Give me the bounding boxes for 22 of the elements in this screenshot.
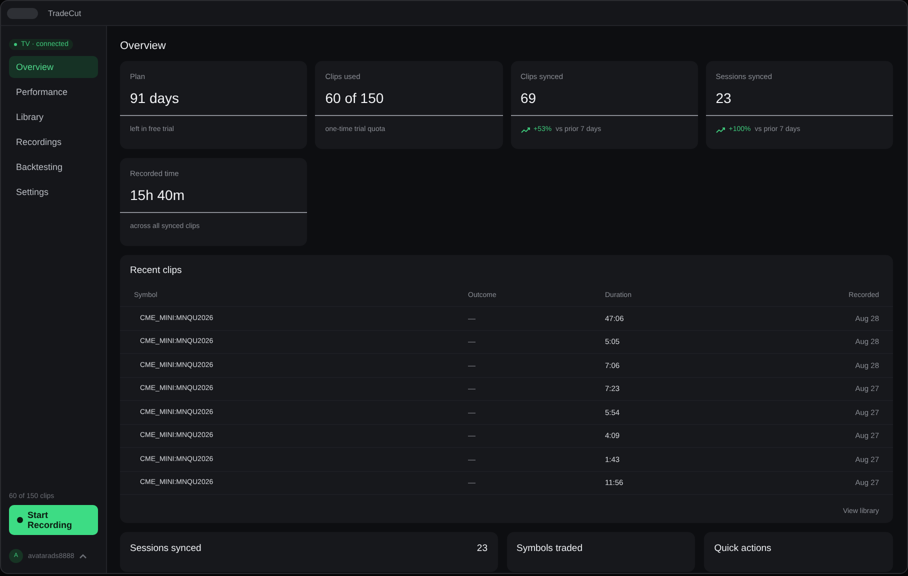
trend-up-icon bbox=[520, 126, 530, 132]
sidebar-item[interactable]: Library bbox=[9, 106, 98, 128]
stat-value: 15h 40m bbox=[120, 178, 308, 213]
panel-title: Quick actions bbox=[714, 543, 772, 554]
stat-value: 60 of 150 bbox=[315, 81, 502, 116]
panel-title: Sessions synced bbox=[130, 543, 202, 554]
caret-icon[interactable] bbox=[79, 553, 88, 559]
stat-value: 69 bbox=[510, 81, 698, 116]
stat-value: 91 days bbox=[120, 81, 308, 116]
sidebar-item[interactable]: Backtesting bbox=[9, 156, 98, 178]
sidebar-item[interactable]: Settings bbox=[9, 181, 98, 203]
sidebar-item[interactable]: Performance bbox=[9, 81, 98, 103]
panel-title: Recent clips bbox=[130, 265, 183, 276]
sidebar-item[interactable]: Overview bbox=[9, 56, 98, 78]
sidebar-item[interactable]: Recordings bbox=[9, 131, 98, 153]
stat-value: 23 bbox=[706, 81, 893, 116]
page-title: Overview bbox=[120, 40, 167, 52]
trend-up-icon bbox=[716, 126, 725, 132]
window-title: TradeCut bbox=[48, 8, 82, 18]
count-text: 23 bbox=[476, 543, 488, 554]
panel-title: Symbols traded bbox=[516, 543, 583, 554]
start-recording-button[interactable]: Start Recording bbox=[9, 505, 98, 535]
